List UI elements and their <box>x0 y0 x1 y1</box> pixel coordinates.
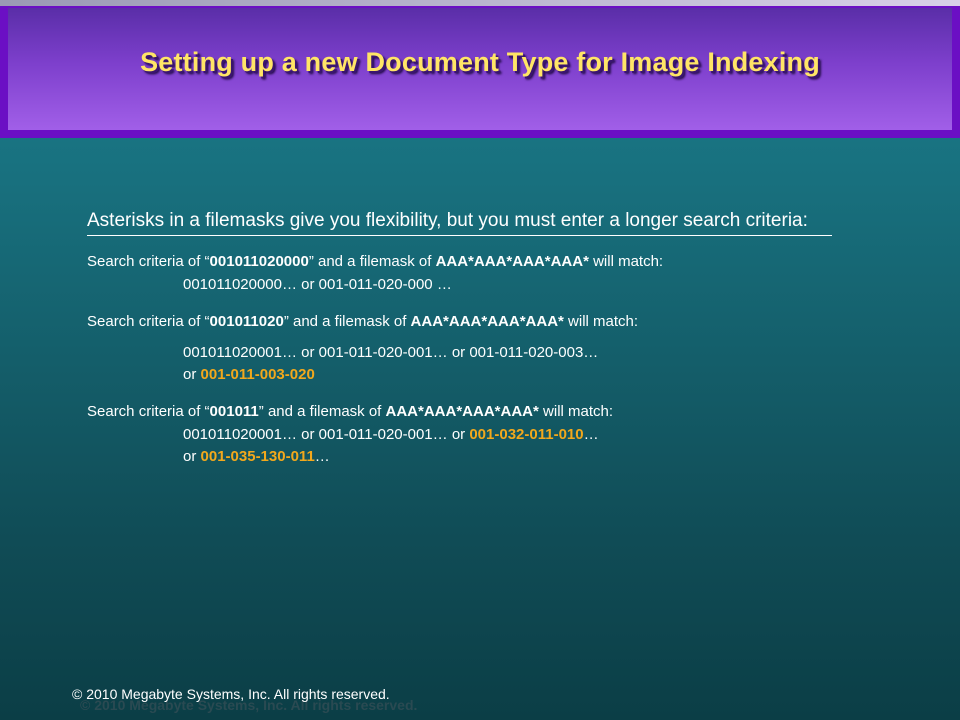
criteria-line: Search criteria of “001011020000” and a … <box>87 252 832 272</box>
match-line: 001011020001… or 001-011-020-001… or 001… <box>183 424 832 446</box>
match-or: or <box>183 366 201 383</box>
match-line: or 001-035-130-011… <box>183 446 832 468</box>
title-banner: Setting up a new Document Type for Image… <box>0 0 960 138</box>
highlighted-match: 001-032-011-010 <box>469 426 584 443</box>
criteria-value: 001011020 <box>209 313 284 330</box>
criteria-tail: will match: <box>563 313 639 330</box>
example-block-2: Search criteria of “001011020” and a fil… <box>87 312 832 386</box>
title-panel: Setting up a new Document Type for Image… <box>8 8 952 130</box>
match-text: 001011020001… or 001-011-020-001… or <box>183 426 470 443</box>
criteria-tail: will match: <box>588 253 664 270</box>
example-block-1: Search criteria of “001011020000” and a … <box>87 252 832 296</box>
example-block-3: Search criteria of “001011” and a filema… <box>87 402 832 468</box>
criteria-tail: will match: <box>538 403 614 420</box>
match-ellipsis: … <box>314 448 330 465</box>
criteria-value: 001011020000 <box>209 253 309 270</box>
match-list: 001011020000… or 001-011-020-000 … <box>183 274 832 296</box>
criteria-line: Search criteria of “001011” and a filema… <box>87 402 832 422</box>
filemask-value: AAA*AAA*AAA*AAA* <box>385 403 539 420</box>
copyright-footer: © 2010 Megabyte Systems, Inc. All rights… <box>72 686 390 702</box>
intro-text: Asterisks in a filemasks give you flexib… <box>87 208 832 236</box>
match-line: 001011020000… or 001-011-020-000 … <box>183 276 452 293</box>
criteria-mid: ” and a filemask of <box>308 253 436 270</box>
criteria-lead: Search criteria of “ <box>87 403 210 420</box>
highlighted-match: 001-011-003-020 <box>200 366 315 383</box>
slide-title: Setting up a new Document Type for Image… <box>140 46 820 77</box>
filemask-value: AAA*AAA*AAA*AAA* <box>435 253 589 270</box>
criteria-lead: Search criteria of “ <box>87 253 210 270</box>
filemask-value: AAA*AAA*AAA*AAA* <box>410 313 564 330</box>
criteria-value: 001011 <box>209 403 259 420</box>
match-line: 001011020001… or 001-011-020-001… or 001… <box>183 344 599 361</box>
match-ellipsis: … <box>583 426 599 443</box>
criteria-lead: Search criteria of “ <box>87 313 210 330</box>
match-list: 001011020001… or 001-011-020-001… or 001… <box>183 342 832 386</box>
match-or: or <box>183 448 201 465</box>
match-list: 001011020001… or 001-011-020-001… or 001… <box>183 424 832 468</box>
highlighted-match: 001-035-130-011 <box>200 448 315 465</box>
criteria-mid: ” and a filemask of <box>258 403 386 420</box>
criteria-mid: ” and a filemask of <box>283 313 411 330</box>
slide-content: Asterisks in a filemasks give you flexib… <box>87 208 832 484</box>
top-strip <box>0 0 960 6</box>
criteria-line: Search criteria of “001011020” and a fil… <box>87 312 832 332</box>
match-line: or 001-011-003-020 <box>183 364 832 386</box>
